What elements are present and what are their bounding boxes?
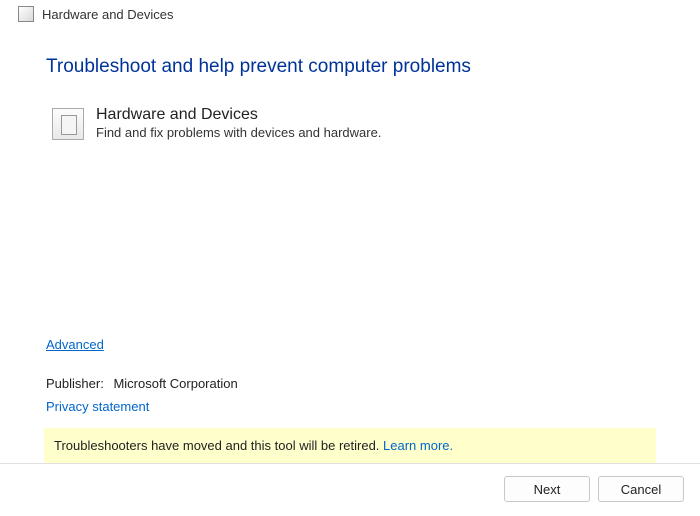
- publisher-label: Publisher:: [46, 376, 104, 391]
- advanced-link[interactable]: Advanced: [46, 337, 654, 352]
- window-title: Hardware and Devices: [42, 7, 174, 22]
- privacy-link[interactable]: Privacy statement: [46, 399, 654, 414]
- notice-text: Troubleshooters have moved and this tool…: [54, 438, 383, 453]
- content-area: Troubleshoot and help prevent computer p…: [0, 26, 700, 463]
- cancel-button[interactable]: Cancel: [598, 476, 684, 502]
- publisher-value: Microsoft Corporation: [113, 376, 237, 391]
- footer: Next Cancel: [0, 463, 700, 516]
- troubleshooter-desc: Find and fix problems with devices and h…: [96, 125, 381, 140]
- next-button[interactable]: Next: [504, 476, 590, 502]
- notice-bar: Troubleshooters have moved and this tool…: [44, 428, 656, 463]
- troubleshooter-title: Hardware and Devices: [96, 106, 381, 124]
- troubleshooter-text: Hardware and Devices Find and fix proble…: [96, 106, 381, 140]
- app-icon: [18, 6, 34, 22]
- titlebar: Hardware and Devices: [0, 0, 700, 26]
- page-heading: Troubleshoot and help prevent computer p…: [46, 56, 654, 78]
- hardware-icon: [52, 108, 84, 140]
- publisher-row: Publisher: Microsoft Corporation: [46, 376, 654, 391]
- troubleshooter-item: Hardware and Devices Find and fix proble…: [52, 106, 654, 140]
- learn-more-link[interactable]: Learn more.: [383, 438, 453, 453]
